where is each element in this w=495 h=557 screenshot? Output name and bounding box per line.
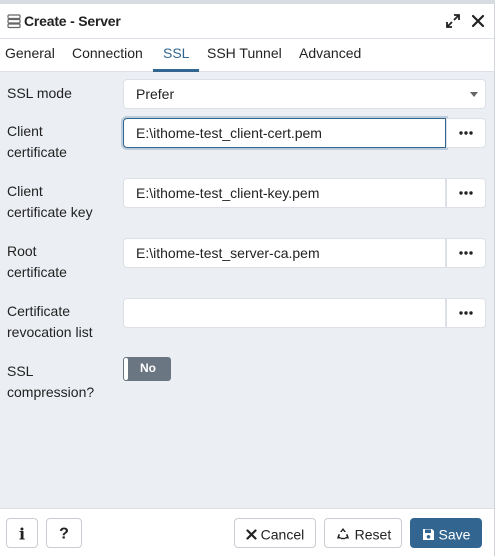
tab-ssl[interactable]: SSL <box>153 45 200 72</box>
ssl-mode-select[interactable]: Prefer <box>123 79 486 109</box>
save-button[interactable]: Save <box>410 518 482 548</box>
cancel-button[interactable]: Cancel <box>234 518 316 548</box>
client-certificate-browse-button[interactable] <box>446 118 486 148</box>
more-icon <box>459 311 473 315</box>
ssl-compression-toggle[interactable]: No <box>123 357 171 381</box>
ssl-mode-label: SSL mode <box>7 85 72 101</box>
client-certificate-key-label: Client certificate key <box>7 181 93 223</box>
client-certificate-key-input[interactable]: E:\ithome-test_client-key.pem <box>123 178 446 208</box>
tab-connection[interactable]: Connection <box>72 45 143 69</box>
chevron-down-icon <box>470 92 478 97</box>
client-certificate-label: Client certificate <box>7 121 67 163</box>
crl-label-line2: revocation list <box>7 324 93 340</box>
create-server-dialog: Create - Server General Connection SSL S… <box>0 4 495 557</box>
tab-advanced[interactable]: Advanced <box>299 45 361 69</box>
client-certificate-key-browse-button[interactable] <box>446 178 486 208</box>
root-certificate-browse-button[interactable] <box>446 238 486 268</box>
dialog-title: Create - Server <box>24 13 121 29</box>
info-button[interactable]: i <box>6 518 38 548</box>
tab-general[interactable]: General <box>5 45 55 69</box>
save-icon <box>422 528 434 540</box>
crl-label-line1: Certificate <box>7 303 71 319</box>
save-button-label: Save <box>438 526 471 543</box>
tab-bar: General Connection SSL SSH Tunnel Advanc… <box>0 39 494 72</box>
cancel-x-icon <box>246 529 257 540</box>
ssl-compression-label: SSL compression? <box>7 361 94 403</box>
info-icon: i <box>18 524 26 544</box>
ssl-compression-label-line1: SSL <box>7 363 34 379</box>
more-icon <box>459 251 473 255</box>
more-icon <box>459 191 473 195</box>
root-certificate-label-line2: certificate <box>7 264 67 280</box>
crl-input[interactable] <box>123 298 446 328</box>
help-icon: ? <box>59 525 69 543</box>
close-icon[interactable] <box>470 13 486 29</box>
client-certificate-label-line1: Client <box>7 123 43 139</box>
expand-icon[interactable] <box>446 14 460 28</box>
reset-button-label: Reset <box>354 526 392 543</box>
client-certificate-key-label-line2: certificate key <box>7 204 93 220</box>
toggle-text: No <box>140 361 156 375</box>
ssl-mode-value: Prefer <box>136 86 175 102</box>
more-icon <box>459 131 473 135</box>
client-certificate-key-label-line1: Client <box>7 183 43 199</box>
root-certificate-label-line1: Root <box>7 243 37 259</box>
reset-icon <box>336 528 349 540</box>
ssl-compression-label-line2: compression? <box>7 384 95 400</box>
toggle-knob <box>124 358 128 380</box>
crl-browse-button[interactable] <box>446 298 486 328</box>
server-icon <box>6 13 22 29</box>
tab-ssh-tunnel[interactable]: SSH Tunnel <box>207 45 282 69</box>
cancel-button-label: Cancel <box>260 526 305 543</box>
help-button[interactable]: ? <box>46 518 82 548</box>
root-certificate-label: Root certificate <box>7 241 67 283</box>
client-certificate-label-line2: certificate <box>7 144 67 160</box>
root-certificate-input[interactable]: E:\ithome-test_server-ca.pem <box>123 238 446 268</box>
client-certificate-input[interactable]: E:\ithome-test_client-cert.pem <box>123 118 446 148</box>
reset-button[interactable]: Reset <box>324 518 402 548</box>
crl-label: Certificate revocation list <box>7 301 93 343</box>
dialog-titlebar[interactable]: Create - Server <box>0 4 494 39</box>
dialog-footer: i ? Cancel Reset Save <box>0 508 494 557</box>
